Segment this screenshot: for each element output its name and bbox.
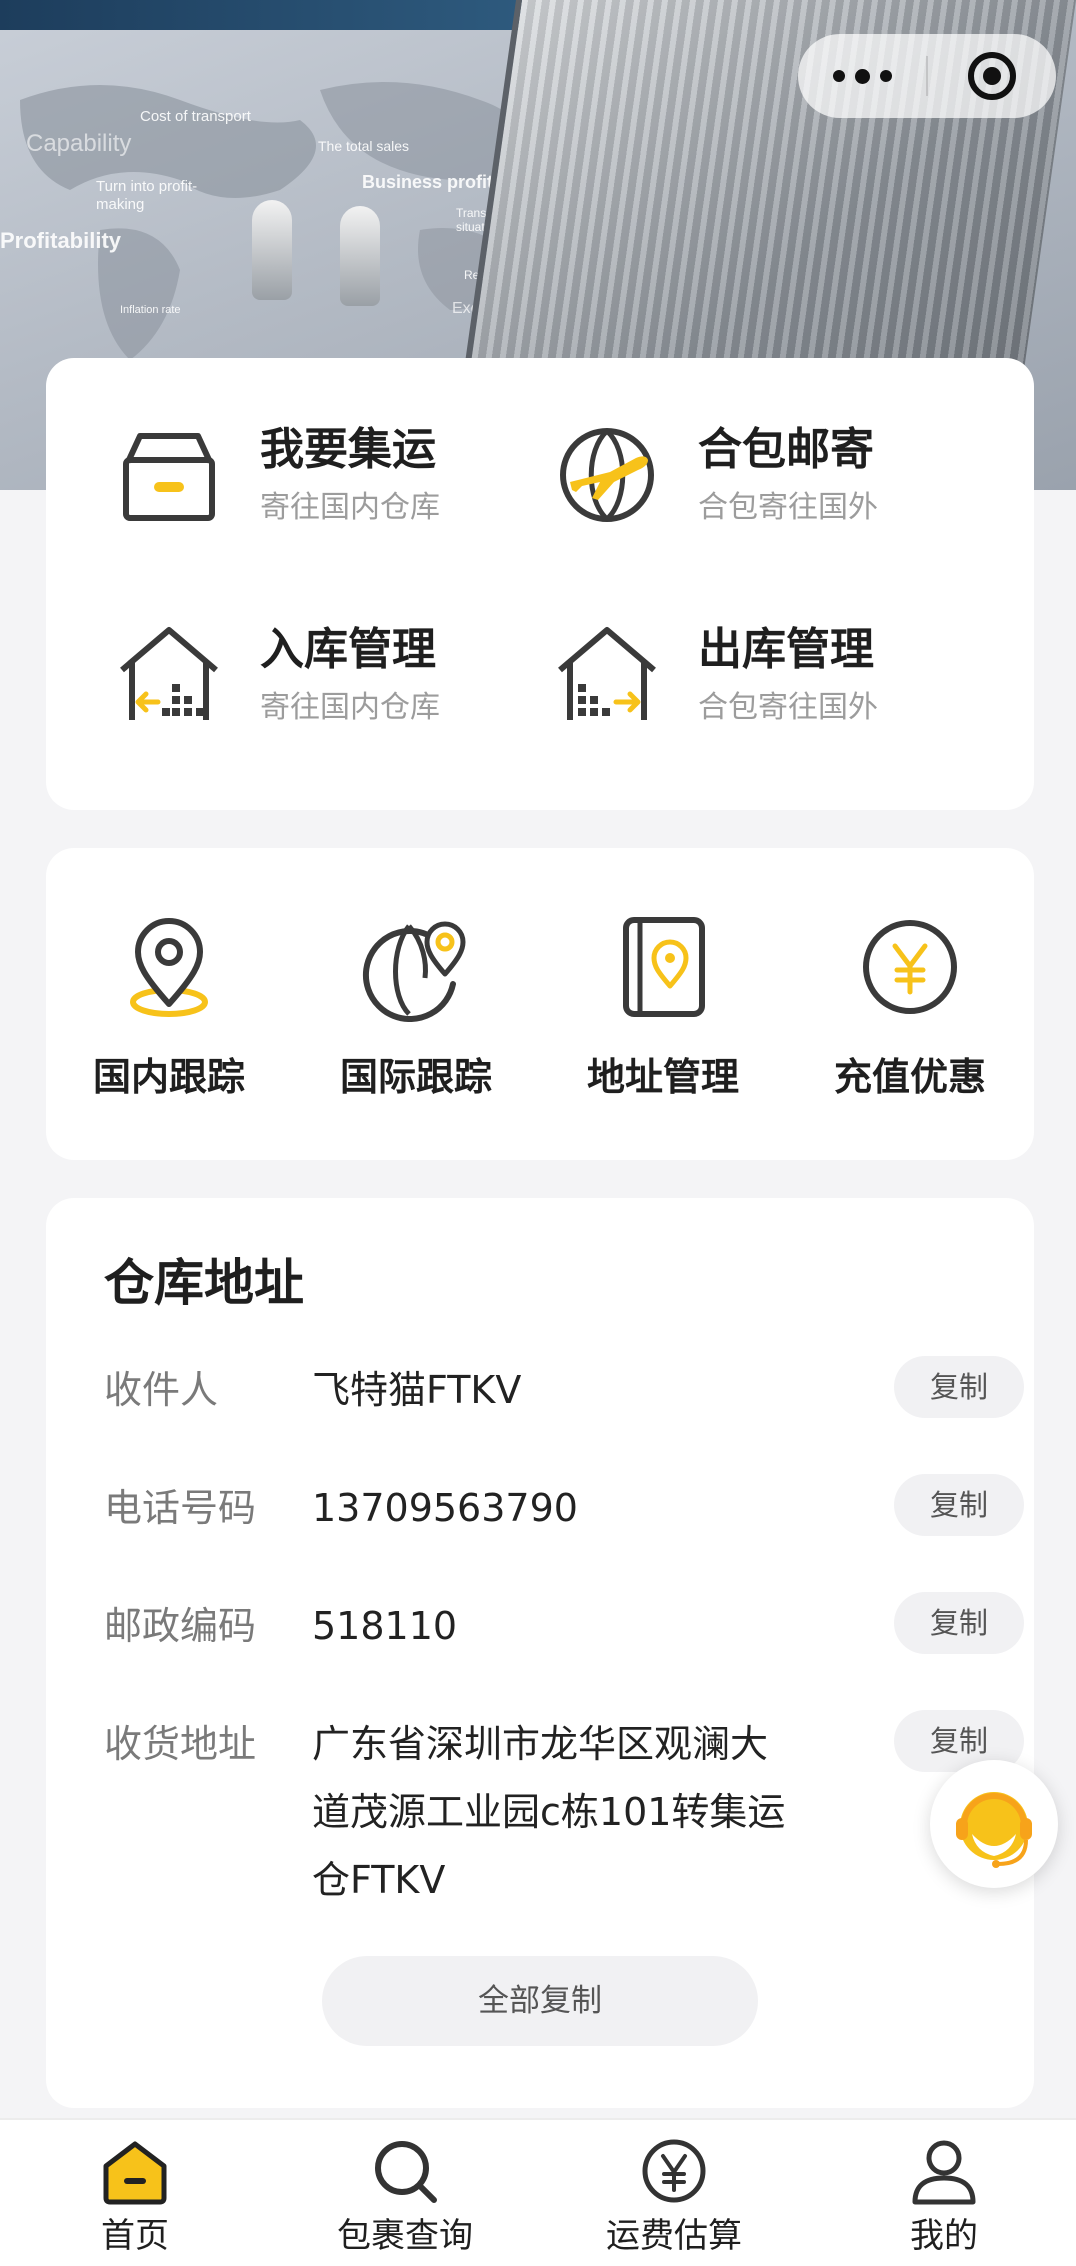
user-icon [909, 2136, 979, 2206]
warehouse-in-icon [114, 620, 224, 730]
hero-sea [0, 0, 560, 30]
row-key: 电话号码 [104, 1486, 257, 1530]
service-title: 出库管理 [698, 624, 874, 675]
globe-plane-icon [552, 420, 662, 530]
service-subtitle: 寄往国内仓库 [260, 690, 440, 725]
service-subtitle: 合包寄往国外 [698, 490, 878, 525]
banner-word: Turn into profit-making [96, 178, 198, 213]
banner-word: Cost of transport [140, 108, 251, 125]
warehouse-address-card: 仓库地址 收件人 飞特猫FTKV 复制 电话号码 13709563790 复制 … [46, 1198, 1034, 2108]
row-key: 邮政编码 [104, 1604, 257, 1648]
service-outbound[interactable]: 出库管理 合包寄往国外 [552, 620, 878, 730]
box-icon [114, 420, 224, 530]
address-book-icon [608, 912, 718, 1022]
service-consolidation[interactable]: 我要集运 寄往国内仓库 [114, 420, 440, 530]
banner-word: Profitability [0, 228, 122, 253]
service-combined-mail[interactable]: 合包邮寄 合包寄往国外 [552, 420, 878, 530]
yen-coin-icon [855, 912, 965, 1022]
more-dots-icon[interactable] [798, 34, 926, 118]
yen-icon [639, 2136, 709, 2206]
services-card: 我要集运 寄往国内仓库 合包邮寄 合包寄往国外 入库管理 寄往国内仓库 出库管理… [46, 358, 1034, 810]
customer-service-icon [956, 1792, 1032, 1868]
miniprogram-capsule [798, 34, 1056, 118]
copy-button[interactable]: 复制 [894, 1592, 1024, 1654]
target-close-icon[interactable] [928, 34, 1056, 118]
customer-service-button[interactable] [930, 1760, 1058, 1888]
search-icon [370, 2136, 440, 2206]
tab-label: 包裹查询 [337, 2216, 473, 2256]
tool-domestic-tracking[interactable]: 国内跟踪 [46, 912, 292, 1102]
tab-shipping-estimate[interactable]: 运费估算 [574, 2136, 774, 2258]
tab-label: 运费估算 [606, 2216, 742, 2256]
row-value: 飞特猫FTKV [312, 1368, 522, 1412]
warehouse-title: 仓库地址 [104, 1254, 304, 1312]
service-inbound[interactable]: 入库管理 寄往国内仓库 [114, 620, 440, 730]
tab-home[interactable]: 首页 [35, 2136, 235, 2258]
service-title: 我要集运 [260, 424, 436, 475]
tool-international-tracking[interactable]: 国际跟踪 [293, 912, 539, 1102]
tool-label: 充值优惠 [833, 1055, 986, 1099]
row-value: 广东省深圳市龙华区观澜大道茂源工业园c栋101转集运仓FTKV [312, 1722, 786, 1902]
tool-label: 国际跟踪 [339, 1055, 492, 1099]
service-subtitle: 寄往国内仓库 [260, 490, 440, 525]
globe-pin-icon [361, 912, 471, 1023]
tool-recharge-offers[interactable]: 充值优惠 [787, 912, 1033, 1102]
home-icon [100, 2136, 170, 2206]
tool-label: 国内跟踪 [92, 1055, 245, 1099]
tool-label: 地址管理 [586, 1055, 739, 1099]
banner-word: Business profits [362, 172, 504, 192]
row-value: 518110 [312, 1604, 458, 1648]
bottom-tab-bar: 首页 包裹查询 运费估算 我的 [0, 2118, 1076, 2266]
tab-label: 首页 [101, 2216, 169, 2256]
banner-word: Capability [26, 130, 132, 157]
service-subtitle: 合包寄往国外 [698, 690, 878, 725]
tools-card: 国内跟踪 国际跟踪 地址管理 充值优惠 [46, 848, 1034, 1160]
copy-button[interactable]: 复制 [894, 1474, 1024, 1536]
warehouse-out-icon [552, 620, 662, 730]
tool-address-management[interactable]: 地址管理 [540, 912, 786, 1102]
row-value: 13709563790 [312, 1486, 578, 1530]
tab-package-query[interactable]: 包裹查询 [305, 2136, 505, 2258]
location-pin-icon [114, 912, 224, 1022]
copy-button[interactable]: 复制 [894, 1356, 1024, 1418]
businessman-figure [340, 206, 380, 306]
copy-all-button[interactable]: 全部复制 [322, 1956, 758, 2046]
tab-label: 我的 [910, 2216, 978, 2256]
businessman-figure [252, 200, 292, 300]
banner-word: The total sales [318, 138, 410, 154]
banner-word: Inflation rate [120, 304, 181, 316]
service-title: 合包邮寄 [698, 424, 874, 475]
tab-mine[interactable]: 我的 [844, 2136, 1044, 2258]
row-key: 收件人 [104, 1368, 219, 1412]
service-title: 入库管理 [260, 624, 436, 675]
row-key: 收货地址 [104, 1722, 257, 1766]
